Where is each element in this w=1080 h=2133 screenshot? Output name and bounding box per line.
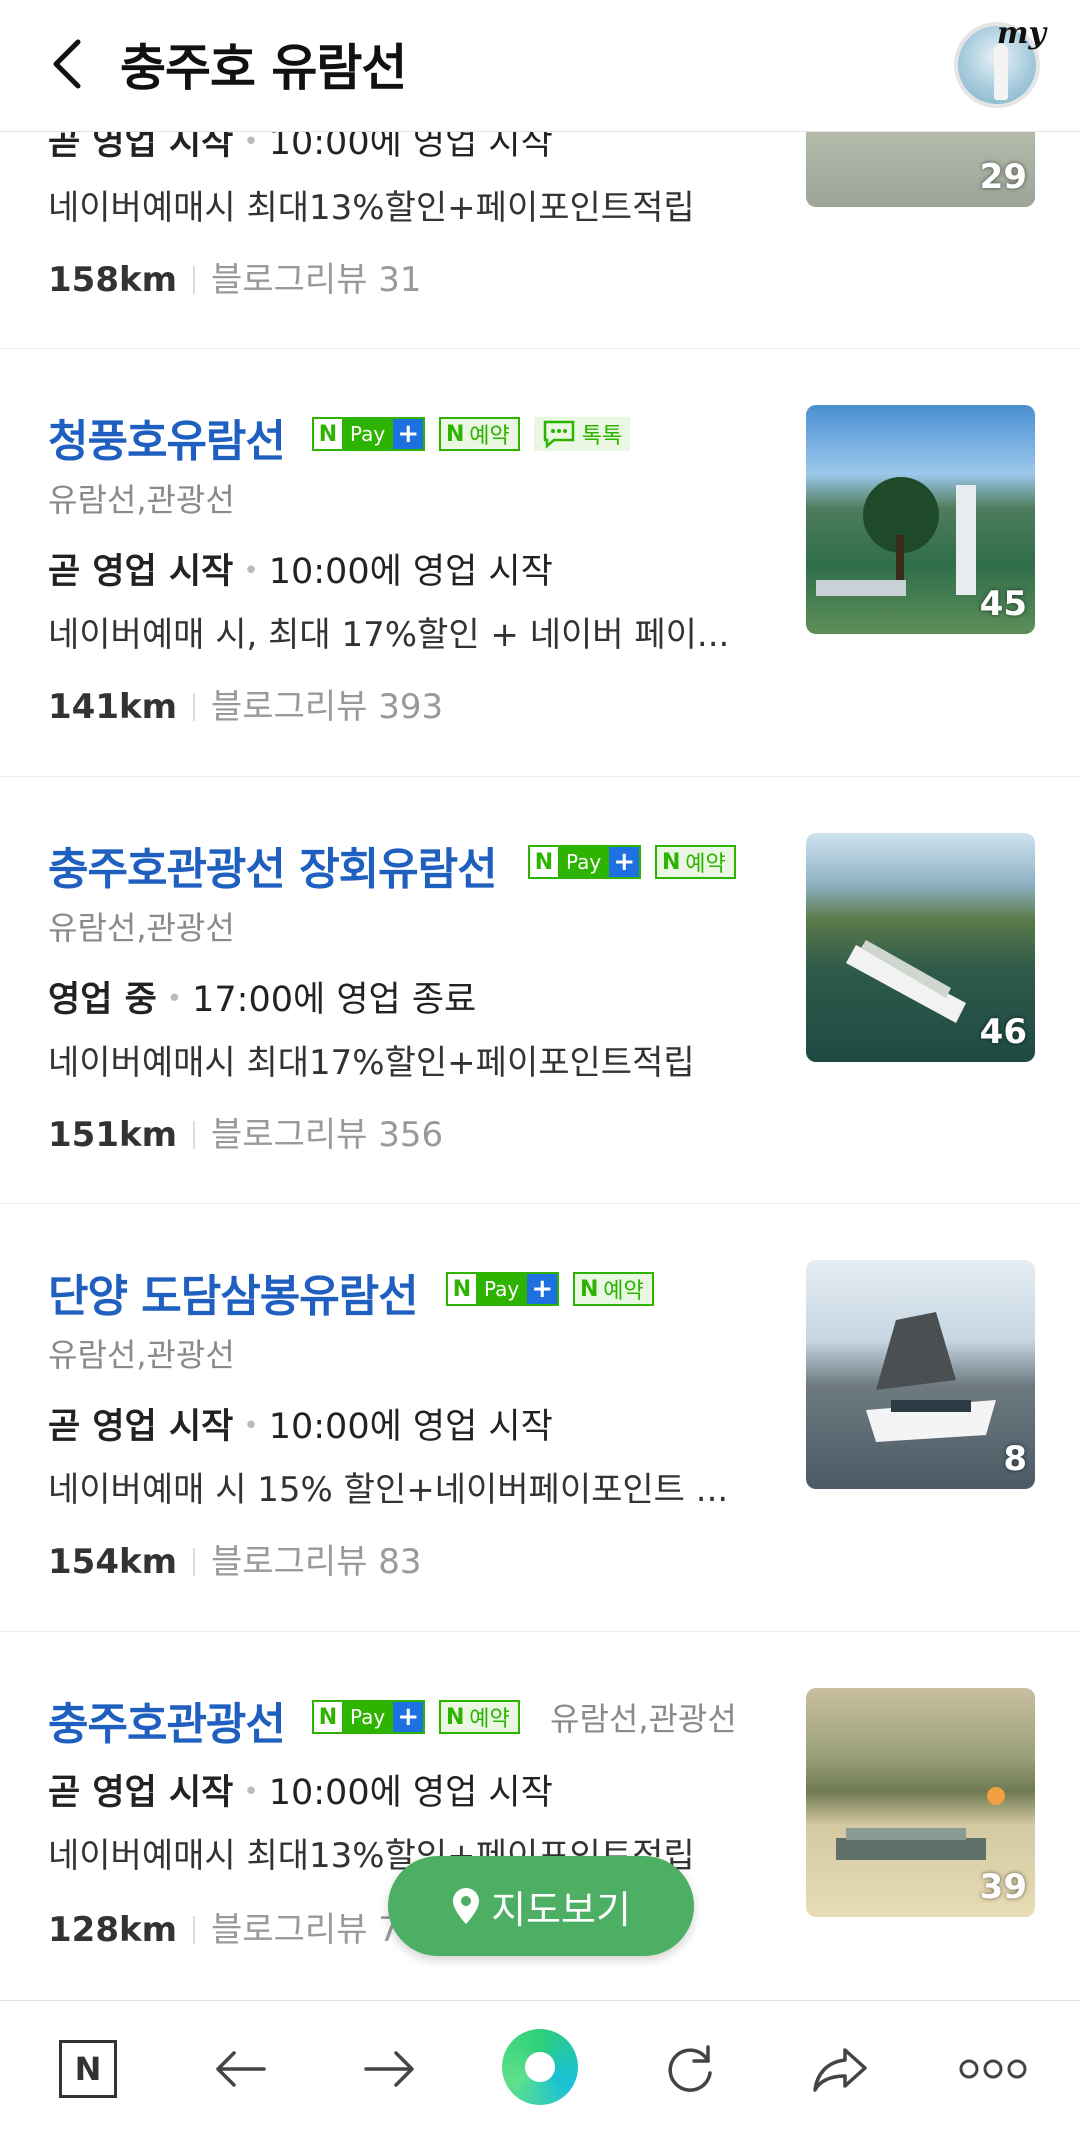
meta-row: 158km 블로그리뷰 31 — [48, 260, 422, 300]
npay-badge: N Pay + — [312, 417, 426, 451]
my-label: my — [996, 16, 1046, 51]
share-button[interactable] — [808, 2037, 872, 2101]
category: 유람선,관광선 — [550, 1700, 737, 1738]
refresh-icon — [668, 2045, 712, 2092]
green-dot-icon — [502, 2029, 578, 2105]
share-arrow-icon — [813, 2048, 867, 2092]
promo-text: 네이버예매 시, 최대 17%할인 + 네이버 페이... — [48, 615, 730, 655]
list-item[interactable]: 충주호관광선 장회유람선 N Pay + N 예약 유람선,관광선 영업 중 • 17:0… — [0, 777, 1080, 1204]
review-link[interactable]: 블로그리뷰 31 — [211, 260, 421, 300]
badge-row: N Pay + N 예약 — [446, 1272, 654, 1306]
meta-row: 154km 블로그리뷰 83 — [48, 1542, 422, 1582]
category: 유람선,관광선 — [48, 481, 235, 519]
my-profile-button[interactable]: my — [954, 16, 1046, 108]
back-nav-button[interactable] — [208, 2037, 272, 2101]
hours: 곧 영업 시작 • 10:00에 영업 시작 — [48, 1407, 553, 1447]
browser-bottom-bar: N — [0, 2000, 1080, 2133]
thumbnail[interactable]: 39 — [806, 1688, 1035, 1917]
promo-text: 네이버예매시 최대13%할인+페이포인트적립 — [48, 188, 695, 228]
reserve-badge[interactable]: N 예약 — [439, 417, 520, 451]
thumbnail[interactable]: 45 — [806, 405, 1035, 634]
naver-home-button[interactable]: N — [56, 2037, 120, 2101]
promo-text: 네이버예매시 최대17%할인+페이포인트적립 — [48, 1043, 695, 1083]
review-link[interactable]: 블로그리뷰 83 — [211, 1542, 421, 1582]
thumbnail[interactable]: 8 — [806, 1260, 1035, 1489]
talk-badge[interactable]: 톡톡 — [533, 417, 631, 451]
category: 유람선,관광선 — [48, 1336, 235, 1374]
map-pin-icon — [453, 1888, 480, 1924]
meta-row: 128km 블로그리뷰 7 — [48, 1910, 400, 1950]
forward-nav-button[interactable] — [358, 2037, 422, 2101]
npay-badge: N Pay + — [528, 845, 642, 879]
npay-badge: N Pay + — [312, 1700, 426, 1734]
green-dot-button[interactable] — [500, 2027, 580, 2107]
chat-bubble-icon — [543, 420, 574, 449]
review-link[interactable]: 블로그리뷰 393 — [211, 687, 443, 727]
map-view-label: 지도보기 — [491, 1887, 631, 1932]
hours: 곧 영업 시작 • 10:00에 영업 시작 — [48, 1773, 553, 1813]
review-link[interactable]: 블로그리뷰 7 — [211, 1910, 400, 1950]
hours: 곧 영업 시작 • 10:00에 영업 시작 — [48, 552, 553, 592]
arrow-right-icon — [364, 2051, 414, 2087]
back-button[interactable] — [40, 34, 100, 94]
back-arrow-icon — [53, 39, 81, 89]
badge-row: N Pay + N 예약 — [312, 1700, 520, 1734]
place-name[interactable]: 충주호관광선 — [48, 1688, 286, 1752]
reserve-badge[interactable]: N 예약 — [573, 1272, 654, 1306]
map-view-button[interactable]: 지도보기 — [388, 1856, 694, 1956]
thumbnail[interactable]: 46 — [806, 833, 1035, 1062]
more-dots-icon — [959, 2059, 1027, 2079]
refresh-button[interactable] — [658, 2037, 722, 2101]
naver-logo-icon: N — [59, 2040, 117, 2098]
promo-text: 네이버예매 시 15% 할인+네이버페이포인트 ... — [48, 1470, 729, 1510]
meta-row: 141km 블로그리뷰 393 — [48, 687, 444, 727]
arrow-left-icon — [216, 2051, 266, 2087]
badge-row: N Pay + N 예약 톡톡 — [312, 417, 631, 451]
review-link[interactable]: 블로그리뷰 356 — [211, 1115, 443, 1155]
badge-row: N Pay + N 예약 — [528, 845, 736, 879]
app-header: 충주호 유람선 my — [0, 0, 1080, 132]
meta-row: 151km 블로그리뷰 356 — [48, 1115, 444, 1155]
list-item[interactable]: 단양 도담삼봉유람선 N Pay + N 예약 유람선,관광선 곧 영업 시작 • 10:… — [0, 1204, 1080, 1632]
category: 유람선,관광선 — [48, 909, 235, 947]
npay-badge: N Pay + — [446, 1272, 560, 1306]
page-title: 충주호 유람선 — [120, 39, 407, 97]
reserve-badge[interactable]: N 예약 — [439, 1700, 520, 1734]
place-name[interactable]: 충주호관광선 장회유람선 — [48, 833, 498, 897]
place-name[interactable]: 청풍호유람선 — [48, 405, 286, 469]
more-menu-button[interactable] — [958, 2037, 1028, 2101]
reserve-badge[interactable]: N 예약 — [655, 845, 736, 879]
place-name[interactable]: 단양 도담삼봉유람선 — [48, 1260, 419, 1324]
hours: 영업 중 • 17:00에 영업 종료 — [48, 980, 477, 1020]
list-item[interactable]: 청풍호유람선 N Pay + N 예약 톡톡 유람선,관광선 곧 영업 시작 • 10:0… — [0, 349, 1080, 777]
